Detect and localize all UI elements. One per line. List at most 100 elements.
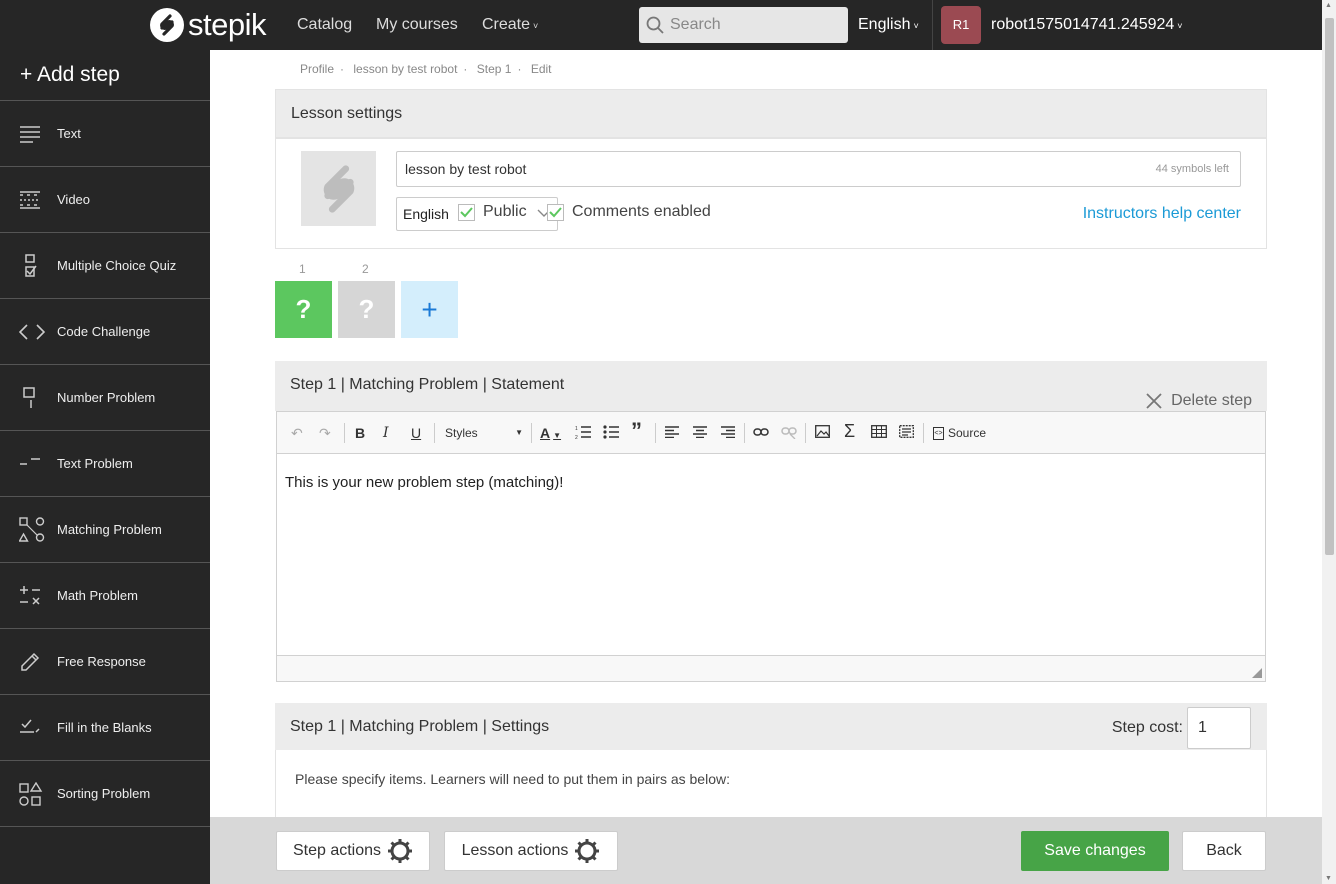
- sidebar-item-math-problem[interactable]: Math Problem: [0, 563, 210, 629]
- comments-enabled-checkbox[interactable]: Comments enabled: [547, 203, 711, 221]
- close-icon: [1146, 393, 1162, 409]
- symbols-left-counter: 44 symbols left: [1155, 163, 1229, 175]
- sidebar-item-label: Matching Problem: [57, 522, 162, 537]
- step-actions-button[interactable]: Step actions: [276, 831, 430, 871]
- sidebar-item-video[interactable]: Video: [0, 167, 210, 233]
- stepik-logo-icon: [150, 8, 184, 42]
- add-step-tile-button[interactable]: +: [401, 281, 458, 338]
- text-color-icon[interactable]: A ▼: [540, 425, 561, 441]
- step-tile-1-active[interactable]: ?: [275, 281, 332, 338]
- search-icon: [646, 16, 664, 34]
- bold-icon[interactable]: B: [355, 425, 365, 441]
- lesson-settings-header: Lesson settings: [275, 89, 1267, 138]
- fill-blanks-icon: [20, 719, 40, 733]
- caret-down-icon: ▼: [515, 428, 523, 437]
- breadcrumb-edit: Edit: [530, 62, 552, 76]
- math-icon: [20, 585, 40, 605]
- italic-icon[interactable]: I: [383, 425, 389, 441]
- numbered-list-icon[interactable]: 12: [575, 425, 591, 441]
- nav-my-courses[interactable]: My courses: [376, 0, 458, 50]
- main-content: Profile · lesson by test robot · Step 1 · E…: [210, 50, 1322, 884]
- sidebar-item-matching-problem[interactable]: Matching Problem: [0, 497, 210, 563]
- sidebar-item-free-response[interactable]: Free Response: [0, 629, 210, 695]
- align-right-icon[interactable]: [721, 425, 735, 441]
- video-icon: [20, 190, 40, 209]
- search-placeholder: Search: [670, 16, 721, 33]
- settings-header: Step 1 | Matching Problem | Settings Ste…: [275, 703, 1267, 750]
- toolbar-separator: [805, 423, 806, 443]
- toolbar-separator: [744, 423, 745, 443]
- statement-header: Step 1 | Matching Problem | Statement De…: [275, 361, 1267, 411]
- lesson-cover-image[interactable]: [301, 151, 376, 226]
- breadcrumb-profile[interactable]: Profile: [300, 62, 334, 76]
- sigma-math-icon[interactable]: Σ: [844, 422, 855, 440]
- nav-create-label: Create: [482, 16, 531, 33]
- source-button[interactable]: <> Source: [933, 425, 986, 441]
- instructors-help-center-link[interactable]: Instructors help center: [1083, 205, 1241, 223]
- breadcrumb-step[interactable]: Step 1: [477, 62, 512, 76]
- nav-catalog[interactable]: Catalog: [297, 0, 352, 50]
- underline-icon[interactable]: U: [411, 425, 421, 441]
- bottom-action-bar: Step actions Lesson actions Save changes…: [210, 817, 1322, 884]
- add-step-heading: + Add step: [0, 50, 210, 101]
- step-type-sidebar: + Add step Text Video Multiple Choice Qu…: [0, 50, 210, 884]
- step-cost-input[interactable]: 1: [1187, 707, 1251, 749]
- step-number: 1: [299, 262, 306, 276]
- resize-handle-icon[interactable]: [1252, 668, 1262, 678]
- unlink-icon[interactable]: [781, 425, 797, 441]
- scrollbar-thumb[interactable]: [1325, 18, 1334, 555]
- scroll-up-icon[interactable]: ▲: [1325, 2, 1332, 9]
- align-center-icon[interactable]: [693, 425, 707, 441]
- image-icon[interactable]: [815, 425, 830, 441]
- statement-title: Step 1 | Matching Problem | Statement: [290, 376, 565, 393]
- scroll-down-icon[interactable]: ▼: [1325, 875, 1332, 882]
- step-tile-2[interactable]: ?: [338, 281, 395, 338]
- lesson-title-input[interactable]: lesson by test robot 44 symbols left: [396, 151, 1241, 187]
- lesson-actions-button[interactable]: Lesson actions: [444, 831, 618, 871]
- rich-text-editor: ↶ ↷ B I U Styles ▼ A ▼ 12 ” Σ <> Source …: [276, 411, 1266, 682]
- sidebar-item-multiple-choice-quiz[interactable]: Multiple Choice Quiz: [0, 233, 210, 299]
- source-icon: <>: [933, 427, 944, 441]
- avatar[interactable]: R1: [941, 6, 981, 44]
- link-icon[interactable]: [753, 425, 769, 441]
- public-label: Public: [483, 203, 527, 220]
- sidebar-item-text[interactable]: Text: [0, 101, 210, 167]
- comments-enabled-label: Comments enabled: [572, 203, 711, 220]
- sidebar-item-code-challenge[interactable]: Code Challenge: [0, 299, 210, 365]
- lesson-actions-label: Lesson actions: [461, 842, 569, 859]
- navbar-divider: [932, 0, 933, 50]
- chevron-down-icon: ˅: [1177, 21, 1183, 31]
- pencil-icon: [21, 652, 40, 671]
- styles-label: Styles: [445, 426, 478, 440]
- user-menu[interactable]: robot1575014741.245924 ˅: [991, 0, 1183, 50]
- sidebar-item-fill-in-the-blanks[interactable]: Fill in the Blanks: [0, 695, 210, 761]
- align-left-icon[interactable]: [665, 425, 679, 441]
- styles-dropdown[interactable]: Styles ▼: [445, 425, 523, 441]
- breadcrumb-lesson[interactable]: lesson by test robot: [353, 62, 457, 76]
- nav-create[interactable]: Create ˅: [482, 0, 538, 50]
- table-icon[interactable]: [871, 425, 887, 441]
- sidebar-item-label: Math Problem: [57, 588, 138, 603]
- save-changes-button[interactable]: Save changes: [1021, 831, 1169, 871]
- sidebar-item-label: Text Problem: [57, 456, 133, 471]
- sidebar-item-number-problem[interactable]: Number Problem: [0, 365, 210, 431]
- number-icon: [23, 386, 35, 408]
- back-button[interactable]: Back: [1182, 831, 1266, 871]
- sidebar-item-label: Multiple Choice Quiz: [57, 258, 177, 273]
- blockquote-icon[interactable]: ”: [631, 420, 642, 442]
- editor-content[interactable]: This is your new problem step (matching)…: [285, 474, 563, 491]
- language-label: English: [858, 16, 911, 33]
- stepik-logo[interactable]: stepik: [150, 8, 266, 42]
- language-dropdown[interactable]: English ˅: [858, 0, 919, 50]
- public-checkbox[interactable]: Public: [458, 203, 527, 221]
- bullet-list-icon[interactable]: [603, 425, 619, 441]
- gear-icon: [388, 839, 413, 863]
- search-input[interactable]: Search: [639, 7, 848, 43]
- sidebar-item-sorting-problem[interactable]: Sorting Problem: [0, 761, 210, 827]
- sidebar-item-label: Sorting Problem: [57, 786, 151, 801]
- redo-icon[interactable]: ↷: [319, 425, 331, 441]
- sidebar-item-text-problem[interactable]: Text Problem: [0, 431, 210, 497]
- settings-instructions: Please specify items. Learners will need…: [295, 771, 730, 787]
- undo-icon[interactable]: ↶: [291, 425, 303, 441]
- code-block-icon[interactable]: [899, 425, 915, 441]
